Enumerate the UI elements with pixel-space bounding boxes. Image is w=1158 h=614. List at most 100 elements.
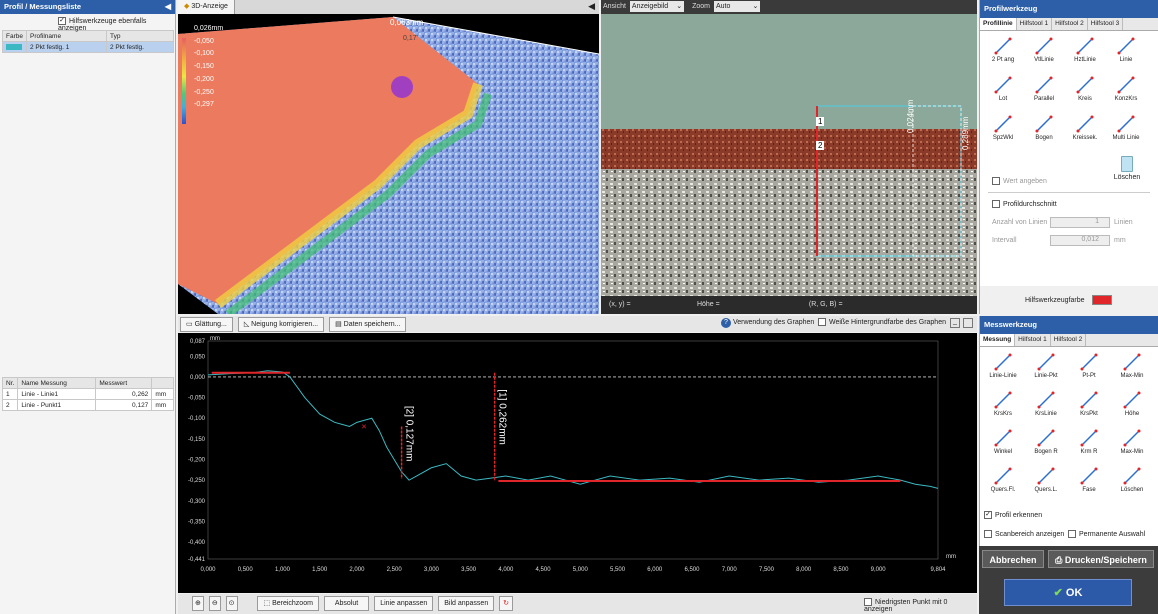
white-bg-toggle[interactable]: Weiße Hintergrundfarbe des Graphen bbox=[818, 318, 946, 326]
fit-line-button[interactable]: Linie anpassen bbox=[374, 596, 434, 611]
profile-tool-kreissek-[interactable]: Kreissek. bbox=[1065, 115, 1105, 141]
view-select-value: Anzeigebild bbox=[631, 3, 669, 10]
permanent-selection-toggle[interactable]: Permanente Auswahl bbox=[1068, 530, 1145, 538]
scan-area-checkbox[interactable] bbox=[984, 530, 992, 538]
absolute-button[interactable]: Absolut bbox=[323, 596, 370, 611]
zoom-out-button[interactable]: ⊖ bbox=[208, 596, 221, 611]
tab-aux-tool-3[interactable]: Hilfstool 3 bbox=[1088, 18, 1124, 30]
detect-profile-checkbox[interactable]: ✓ bbox=[984, 511, 992, 519]
measure-tool-max-min[interactable]: Max-Min bbox=[1112, 353, 1152, 379]
value-entry-checkbox[interactable] bbox=[992, 177, 1000, 185]
measure-tool-linie-pkt[interactable]: Linie-Pkt bbox=[1026, 353, 1066, 379]
detect-profile-toggle[interactable]: ✓ Profil erkennen bbox=[984, 511, 1042, 519]
value-entry-toggle[interactable]: Wert angeben bbox=[992, 177, 1047, 185]
view-select[interactable]: Anzeigebild ⌄ bbox=[629, 1, 685, 12]
collapse-left-icon[interactable]: ◀ bbox=[165, 0, 171, 14]
tilt-correct-button[interactable]: ◺ Neigung korrigieren... bbox=[237, 317, 325, 332]
measure-tool-krslinie[interactable]: KrsLinie bbox=[1026, 391, 1066, 417]
status-rgb: (R, G, B) = bbox=[808, 301, 843, 308]
tool-icon bbox=[1076, 76, 1094, 94]
white-bg-checkbox[interactable] bbox=[818, 318, 826, 326]
tool-label: 2 Pt ang bbox=[991, 57, 1015, 63]
view-3d-panel[interactable]: ◆ 3D-Anzeige ◀ 0,026mm -0,050 -0,100 -0,… bbox=[178, 0, 599, 314]
reset-button[interactable]: ↻ bbox=[499, 596, 514, 611]
measure-tool-krskrs[interactable]: KrsKrs bbox=[983, 391, 1023, 417]
lowest-point-checkbox[interactable] bbox=[864, 598, 872, 606]
profile-tool-linie[interactable]: Linie bbox=[1106, 37, 1146, 63]
measure-tool-winkel[interactable]: Winkel bbox=[983, 429, 1023, 455]
save-data-button[interactable]: ▤ Daten speichern... bbox=[329, 317, 407, 332]
measure-tool-h-he[interactable]: Höhe bbox=[1112, 391, 1152, 417]
measure-tool-quers-l-[interactable]: Quers.L. bbox=[1026, 467, 1066, 493]
profile-graph[interactable]: 0,087 0,050 0,000 -0,050 -0,100 -0,150 -0,200 -… bbox=[178, 333, 977, 593]
tool-label: Linie-Linie bbox=[989, 373, 1017, 379]
measure-tool-fase[interactable]: Fase bbox=[1069, 467, 1109, 493]
y-tick-label: -0,441 bbox=[188, 557, 206, 563]
measure-tool-l-schen[interactable]: Löschen bbox=[1112, 467, 1152, 493]
tab-3d-view[interactable]: ◆ 3D-Anzeige bbox=[178, 0, 235, 14]
profile-tool-konzkrs[interactable]: KonzKrs bbox=[1106, 76, 1146, 102]
lowest-point-toggle[interactable]: Niedrigsten Punkt mit 0 anzeigen bbox=[864, 598, 977, 613]
cross-section-checkbox[interactable] bbox=[992, 200, 1000, 208]
print-save-label: Drucken/Speichern bbox=[1064, 555, 1147, 565]
delete-profile-button[interactable]: Löschen bbox=[1112, 156, 1142, 181]
print-save-button[interactable]: ⎙ Drucken/Speichern bbox=[1048, 550, 1154, 568]
tab-measurement[interactable]: Messung bbox=[980, 334, 1016, 346]
aux-tools-checkbox[interactable]: ✓ bbox=[58, 17, 66, 25]
measure-tool-krm-r[interactable]: Krm R bbox=[1069, 429, 1109, 455]
permanent-selection-checkbox[interactable] bbox=[1068, 530, 1076, 538]
num-lines-stepper[interactable]: 1 bbox=[1050, 217, 1110, 228]
table-row[interactable]: 2 Linie - Punkt1 0,127 mm bbox=[1, 399, 174, 411]
cross-section-toggle[interactable]: Profildurchschnitt bbox=[992, 200, 1057, 208]
tab-aux-tool-2[interactable]: Hilfstool 2 bbox=[1051, 334, 1087, 346]
zoom-fit-button[interactable]: ⊙ bbox=[225, 596, 238, 611]
measure-tool-krspkt[interactable]: KrsPkt bbox=[1069, 391, 1109, 417]
measure-name: Linie - Punkt1 bbox=[17, 399, 97, 411]
collapse-3d-icon[interactable]: ◀ bbox=[588, 1, 595, 12]
profile-type-cell: 2 Pkt festlg. bbox=[105, 41, 175, 53]
tab-aux-tool-2[interactable]: Hilfstool 2 bbox=[1052, 18, 1088, 30]
image-view-panel[interactable]: Ansicht Anzeigebild ⌄ Zoom Auto ⌄ 1 2 0,02… bbox=[601, 0, 977, 314]
measure-tool-linie-linie[interactable]: Linie-Linie bbox=[983, 353, 1023, 379]
profile-tool-bogen[interactable]: Bogen bbox=[1024, 115, 1064, 141]
measure-tool-pt-pt[interactable]: Pt-Pt bbox=[1069, 353, 1109, 379]
profile-tool-multi-linie[interactable]: Multi Linie bbox=[1106, 115, 1146, 141]
smoothing-button[interactable]: ▭ Glättung... bbox=[180, 317, 233, 332]
profile-tool-lot[interactable]: Lot bbox=[983, 76, 1023, 102]
aux-color-swatch[interactable] bbox=[1092, 295, 1113, 305]
tool-label: Bogen R bbox=[1034, 449, 1058, 455]
zoom-select[interactable]: Auto ⌄ bbox=[713, 1, 761, 12]
num-lines-label: Anzahl von Linien bbox=[992, 219, 1048, 226]
tab-profile-line[interactable]: Profillinie bbox=[980, 18, 1017, 30]
aux-tools-checkbox-row[interactable]: ✓ Hilfswerkzeuge ebenfalls anzeigen bbox=[0, 14, 175, 32]
checkmark-icon: ✔ bbox=[1053, 587, 1063, 599]
fit-image-button[interactable]: Bild anpassen bbox=[438, 596, 495, 611]
measure-tool-bogen-r[interactable]: Bogen R bbox=[1026, 429, 1066, 455]
profile-tool-2-pt-ang[interactable]: 2 Pt ang bbox=[983, 37, 1023, 63]
table-row[interactable]: 1 Linie - Linie1 0,262 mm bbox=[1, 388, 174, 400]
interval-stepper[interactable]: 0,012 bbox=[1050, 235, 1110, 246]
area-zoom-button[interactable]: ⬚ Bereichzoom bbox=[257, 596, 319, 611]
tool-icon bbox=[1080, 391, 1098, 409]
maximize-icon[interactable] bbox=[963, 318, 973, 328]
measure-marker-1: 1 bbox=[816, 117, 825, 126]
profile-tool-hztlinie[interactable]: HztLinie bbox=[1065, 37, 1105, 63]
measure-tool-max-min[interactable]: Max-Min bbox=[1112, 429, 1152, 455]
profile-tool-vtllinie[interactable]: VtlLinie bbox=[1024, 37, 1064, 63]
tab-aux-tool-1[interactable]: Hilfstool 1 bbox=[1015, 334, 1051, 346]
tab-aux-tool-1[interactable]: Hilfstool 1 bbox=[1017, 18, 1053, 30]
minimize-icon[interactable]: _ bbox=[950, 318, 960, 328]
graph-usage-help[interactable]: ? Verwendung des Graphen bbox=[721, 318, 814, 328]
profile-tool-parallel[interactable]: Parallel bbox=[1024, 76, 1064, 102]
cancel-button[interactable]: Abbrechen bbox=[982, 550, 1044, 568]
zoom-in-button[interactable]: ⊕ bbox=[192, 596, 204, 611]
ok-button[interactable]: ✔ OK bbox=[1004, 579, 1132, 606]
tool-label: KrsLinie bbox=[1035, 411, 1057, 417]
zoom-out-icon: ⊖ bbox=[211, 600, 218, 607]
profile-tool-kreis[interactable]: Kreis bbox=[1065, 76, 1105, 102]
measure-tool-quers-fl-[interactable]: Quers.Fl. bbox=[983, 467, 1023, 493]
profile-tool-spzwkl[interactable]: SpzWkl bbox=[983, 115, 1023, 141]
scan-area-toggle[interactable]: Scanbereich anzeigen bbox=[984, 530, 1064, 538]
x-tick-label: 6,500 bbox=[684, 567, 700, 573]
table-row[interactable]: 2 Pkt festlg. 1 2 Pkt festlg. bbox=[2, 41, 175, 53]
